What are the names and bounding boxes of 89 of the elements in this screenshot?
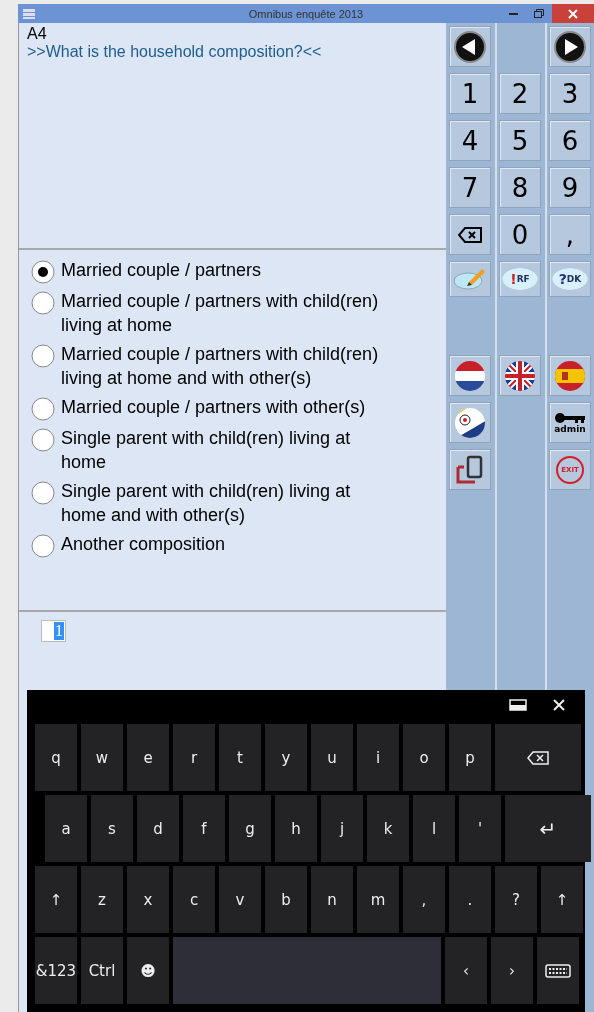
british-flag-button[interactable]	[499, 355, 541, 396]
keyboard-key[interactable]	[537, 937, 579, 1004]
keyboard-key[interactable]: Ctrl	[81, 937, 123, 1004]
keyboard-key[interactable]: r	[173, 724, 215, 791]
spanish-flag-button[interactable]	[549, 355, 591, 396]
minimize-icon	[508, 12, 518, 15]
keyboard-key[interactable]: y	[265, 724, 307, 791]
keyboard-key[interactable]: c	[173, 866, 215, 933]
dock-icon[interactable]	[509, 699, 527, 711]
backspace-icon	[458, 226, 482, 243]
keyboard-key[interactable]: d	[137, 795, 179, 862]
keyboard-key[interactable]: ,	[403, 866, 445, 933]
question-text: >>What is the household composition?<<	[27, 43, 323, 61]
keyboard-key[interactable]: ↑	[35, 866, 77, 933]
option-label[interactable]: Married couple / partners with other(s)	[61, 395, 391, 419]
keyboard-key[interactable]: v	[219, 866, 261, 933]
keyboard-key[interactable]: ?	[495, 866, 537, 933]
digit-key[interactable]: 6	[549, 120, 591, 161]
keyboard-key[interactable]: m	[357, 866, 399, 933]
keyboard-key[interactable]: o	[403, 724, 445, 791]
keyboard-key[interactable]: &123	[35, 937, 77, 1004]
keyboard-key[interactable]: p	[449, 724, 491, 791]
keyboard-key[interactable]: '	[459, 795, 501, 862]
digit-key[interactable]: 0	[499, 214, 541, 255]
admin-button[interactable]: admin	[549, 402, 591, 443]
digit-key[interactable]: 3	[549, 73, 591, 114]
refused-button[interactable]: !RF	[499, 261, 541, 297]
keyboard-key[interactable]: ↑	[541, 866, 583, 933]
keyboard-key[interactable]: q	[35, 724, 77, 791]
keyboard-key[interactable]: n	[311, 866, 353, 933]
keyboard-key[interactable]: a	[45, 795, 87, 862]
digit-key[interactable]: 7	[449, 167, 491, 208]
keyboard-icon	[545, 963, 571, 978]
option-label[interactable]: Married couple / partners with child(ren) living at home	[61, 289, 391, 337]
digit-key[interactable]: 8	[499, 167, 541, 208]
key-icon	[553, 411, 587, 424]
question-code: A4	[27, 25, 47, 42]
keyboard-key[interactable]: z	[81, 866, 123, 933]
backspace-button[interactable]	[449, 214, 491, 255]
radio-button[interactable]	[31, 291, 55, 315]
option-label[interactable]: Single parent with child(ren) living at home and with other(s)	[61, 479, 391, 527]
enter-key[interactable]: ↵	[505, 795, 591, 862]
radio-button[interactable]	[31, 344, 55, 368]
radio-button[interactable]	[31, 260, 55, 284]
radio-button[interactable]	[31, 428, 55, 452]
digit-key[interactable]: 4	[449, 120, 491, 161]
window-title: Omnibus enquête 2013	[248, 7, 364, 20]
dutch-flag-button[interactable]	[449, 355, 491, 396]
keyboard-key[interactable]: w	[81, 724, 123, 791]
keyboard-key[interactable]: e	[127, 724, 169, 791]
option-label[interactable]: Single parent with child(ren) living at home	[61, 426, 391, 474]
backspace-key[interactable]	[495, 724, 581, 791]
keyboard-key[interactable]: g	[229, 795, 271, 862]
digit-key[interactable]: 1	[449, 73, 491, 114]
keyboard-key[interactable]: ‹	[445, 937, 487, 1004]
keyboard-key[interactable]: k	[367, 795, 409, 862]
backspace-icon	[527, 750, 549, 765]
keyboard-key[interactable]: x	[127, 866, 169, 933]
digit-key[interactable]: ,	[549, 214, 591, 255]
keyboard-key[interactable]: f	[183, 795, 225, 862]
keyboard-key[interactable]: .	[449, 866, 491, 933]
close-icon	[568, 8, 578, 19]
radio-button[interactable]	[31, 534, 55, 558]
keyboard-key[interactable]: h	[275, 795, 317, 862]
digit-key[interactable]: 2	[499, 73, 541, 114]
keyboard-key[interactable]: ›	[491, 937, 533, 1004]
rotate-device-button[interactable]	[449, 449, 491, 490]
keyboard-key[interactable]: ☻	[127, 937, 169, 1004]
option-label[interactable]: Married couple / partners	[61, 258, 391, 282]
bonaire-flag-button[interactable]	[449, 402, 491, 443]
radio-button[interactable]	[31, 481, 55, 505]
digit-key[interactable]: 5	[499, 120, 541, 161]
keyboard-key[interactable]: j	[321, 795, 363, 862]
keyboard-key[interactable]: i	[357, 724, 399, 791]
next-button[interactable]	[549, 26, 591, 67]
digit-key[interactable]: 9	[549, 167, 591, 208]
close-button[interactable]	[552, 4, 594, 23]
keyboard-key[interactable]: b	[265, 866, 307, 933]
dont-know-button[interactable]: ?DK	[549, 261, 591, 297]
keyboard-key[interactable]: l	[413, 795, 455, 862]
keyboard-key[interactable]: s	[91, 795, 133, 862]
keyboard-key[interactable]: t	[219, 724, 261, 791]
close-icon[interactable]	[553, 699, 565, 711]
previous-button[interactable]	[449, 26, 491, 67]
radio-button[interactable]	[31, 397, 55, 421]
option-label[interactable]: Married couple / partners with child(ren) living at home and with other(s)	[61, 342, 391, 390]
keyboard-key[interactable]: u	[311, 724, 353, 791]
option-label[interactable]: Another composition	[61, 532, 391, 556]
restore-icon	[534, 9, 544, 18]
